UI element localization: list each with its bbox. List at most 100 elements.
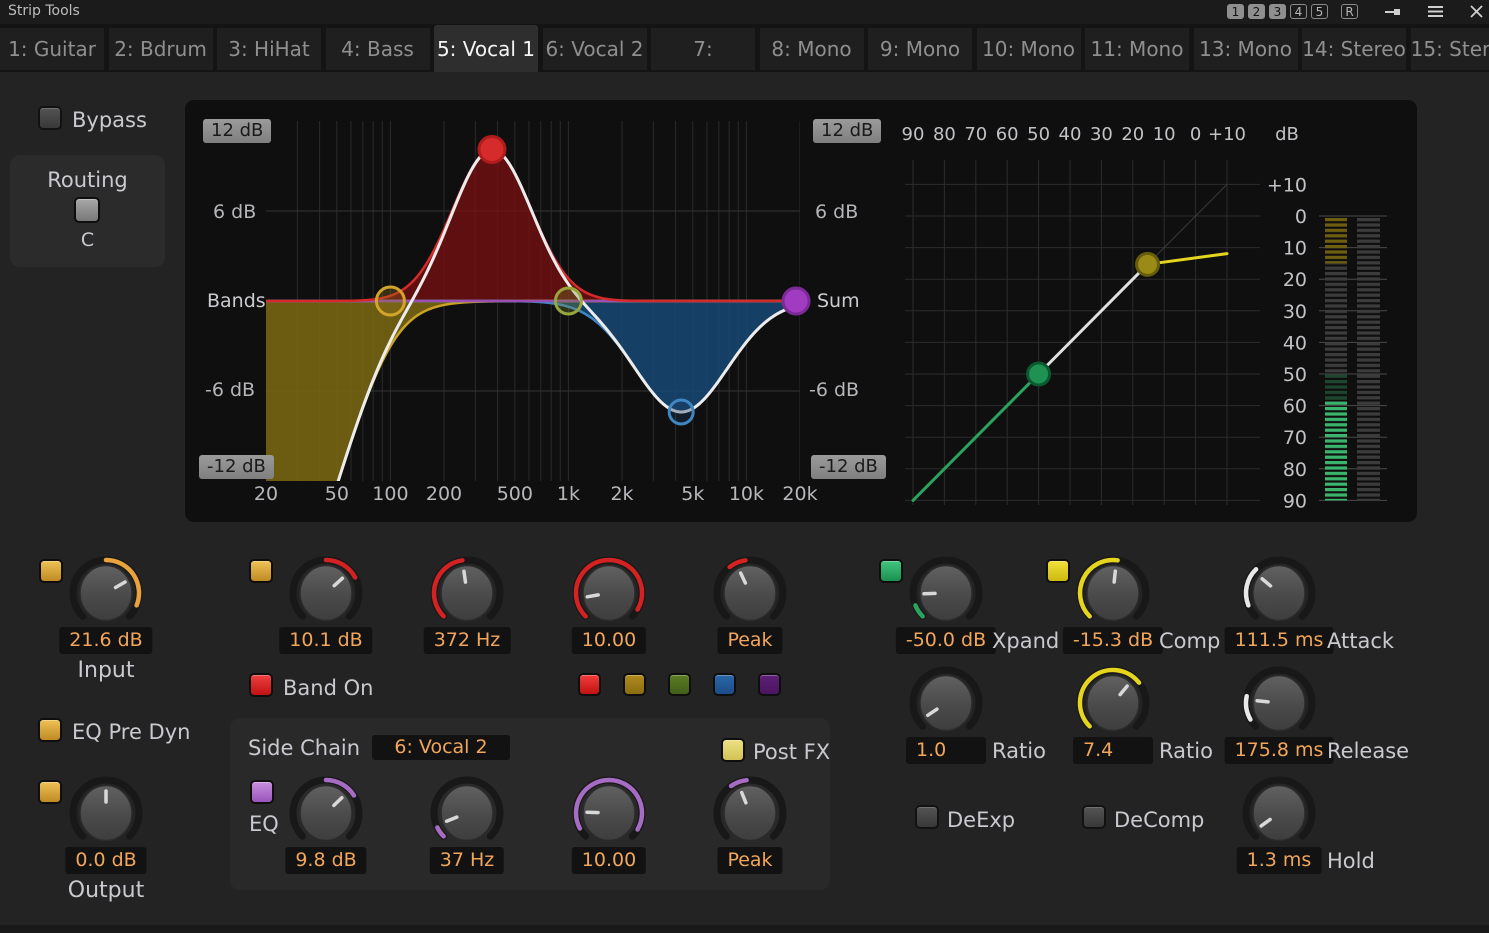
bypass-checkbox[interactable]	[38, 106, 62, 130]
expand-threshold-knob[interactable]	[906, 552, 986, 632]
band-gain-knob[interactable]	[286, 552, 366, 632]
input-enable-button[interactable]	[39, 559, 63, 583]
tab-1-guitar[interactable]: 1: Guitar	[0, 28, 104, 70]
side-chain-gain-value[interactable]: 9.8 dB	[285, 847, 366, 874]
output-enable-button[interactable]	[38, 780, 62, 804]
band-gain-value[interactable]: 10.1 dB	[279, 627, 372, 654]
close-icon[interactable]	[1470, 5, 1483, 18]
input-value[interactable]: 21.6 dB	[59, 627, 152, 654]
band-type-value[interactable]: Peak	[717, 627, 782, 654]
release-value[interactable]: 175.8 ms	[1225, 737, 1334, 764]
expand-ratio-knob[interactable]	[906, 662, 986, 742]
menu-icon[interactable]	[1428, 5, 1443, 18]
side-chain-gain-knob[interactable]	[286, 772, 366, 852]
dyn-handle-comp-threshold[interactable]	[1137, 253, 1159, 275]
tab-7[interactable]: 7:	[651, 28, 755, 70]
meter-left-zone-off	[1325, 263, 1347, 374]
eq-handle-band-blue[interactable]	[669, 400, 693, 424]
eq-bottom-db-button-left[interactable]: -12 dB	[199, 455, 274, 479]
tab-8-mono[interactable]: 8: Mono	[760, 28, 864, 70]
comp-ratio-knob[interactable]	[1073, 662, 1153, 742]
eq-top-db-button-left[interactable]: 12 dB	[203, 119, 271, 143]
hold-value[interactable]: 1.3 ms	[1237, 847, 1322, 874]
side-chain-type-value[interactable]: Peak	[717, 847, 782, 874]
side-chain-freq-value[interactable]: 37 Hz	[430, 847, 504, 874]
side-chain-type-knob[interactable]	[710, 772, 790, 852]
expand-threshold-value[interactable]: -50.0 dB	[896, 627, 996, 654]
tab-3-hihat[interactable]: 3: HiHat	[217, 28, 321, 70]
comp-ratio-value[interactable]: 7.4	[1073, 737, 1153, 764]
preset-button-3[interactable]: 3	[1269, 4, 1286, 19]
expander-enable-button[interactable]	[879, 559, 903, 583]
decomp-checkbox[interactable]	[1082, 805, 1106, 829]
hold-knob[interactable]	[1239, 772, 1319, 852]
tab-4-bass[interactable]: 4: Bass	[326, 28, 430, 70]
band-q-value[interactable]: 10.00	[572, 627, 646, 654]
tab-5-vocal-1[interactable]: 5: Vocal 1	[434, 25, 538, 72]
dyn-handle-expand-threshold[interactable]	[1028, 363, 1050, 385]
side-chain-q-value[interactable]: 10.00	[572, 847, 646, 874]
meter-left-zone-level-green	[1325, 399, 1347, 500]
expand-label: Xpand	[992, 629, 1059, 653]
eq-handle-band-purple[interactable]	[783, 288, 809, 314]
preset-button-4[interactable]: 4	[1290, 4, 1307, 19]
eq-bottom-db-button-right[interactable]: -12 dB	[811, 455, 886, 479]
tab-15-stereo[interactable]: 15: Stereo	[1411, 28, 1489, 70]
release-knob[interactable]	[1239, 662, 1319, 742]
side-chain-eq-button[interactable]	[250, 780, 274, 804]
eq-freq-tick-20k: 20k	[782, 483, 817, 505]
tab-11-mono[interactable]: 11: Mono	[1085, 28, 1189, 70]
deexp-checkbox[interactable]	[915, 805, 939, 829]
tab-13-mono[interactable]: 13: Mono	[1194, 28, 1298, 70]
output-value[interactable]: 0.0 dB	[65, 847, 146, 874]
attack-knob[interactable]	[1239, 552, 1319, 632]
eq-top-db-button-right[interactable]: 12 dB	[813, 119, 881, 143]
eq-freq-tick-50: 50	[325, 483, 349, 505]
band-freq-knob[interactable]	[427, 552, 507, 632]
output-knob[interactable]	[66, 772, 146, 852]
routing-button[interactable]	[74, 197, 100, 223]
dyn-x-tick: 80	[933, 124, 956, 145]
meter-right-zone-off	[1357, 216, 1380, 500]
tab-9-mono[interactable]: 9: Mono	[868, 28, 972, 70]
eq-handle-band-red[interactable]	[479, 137, 505, 163]
eq-curve-chart[interactable]	[258, 120, 828, 492]
tab-14-stereo[interactable]: 14: Stereo	[1302, 28, 1406, 70]
band-type-knob[interactable]	[710, 552, 790, 632]
eq-handle-band-olive[interactable]	[555, 288, 581, 314]
band-freq-value[interactable]: 372 Hz	[424, 627, 511, 654]
preset-button-2[interactable]: 2	[1248, 4, 1265, 19]
band-select-blue-button[interactable]	[713, 673, 736, 696]
eq-pre-dyn-button[interactable]	[38, 718, 62, 742]
output-label: Output	[68, 878, 144, 903]
band-select-green-button[interactable]	[668, 673, 691, 696]
comp-threshold-knob[interactable]	[1073, 552, 1153, 632]
band-select-olive-button[interactable]	[623, 673, 646, 696]
band-on-button[interactable]	[249, 673, 273, 697]
expand-ratio-value[interactable]: 1.0	[906, 737, 986, 764]
dyn-y-tick: 0	[1295, 206, 1307, 228]
eq-minus6db-label-right: -6 dB	[809, 379, 859, 401]
eq-handle-low-cut[interactable]	[376, 287, 404, 315]
pin-icon[interactable]	[1385, 6, 1401, 18]
preset-button-r[interactable]: R	[1341, 4, 1358, 19]
band-q-knob[interactable]	[569, 552, 649, 632]
post-fx-button[interactable]	[721, 738, 745, 762]
compressor-enable-button[interactable]	[1046, 559, 1070, 583]
preset-button-1[interactable]: 1	[1227, 4, 1244, 19]
side-chain-freq-knob[interactable]	[427, 772, 507, 852]
tab-6-vocal-2[interactable]: 6: Vocal 2	[543, 28, 647, 70]
dynamics-transfer-chart[interactable]: 9080706050403020100+10dB+100102030405060…	[895, 110, 1410, 515]
tab-2-bdrum[interactable]: 2: Bdrum	[109, 28, 213, 70]
side-chain-source-select[interactable]: 6: Vocal 2	[372, 735, 510, 760]
input-knob[interactable]	[66, 552, 146, 632]
tab-10-mono[interactable]: 10: Mono	[977, 28, 1081, 70]
preset-button-5[interactable]: 5	[1311, 4, 1328, 19]
deexp-label: DeExp	[947, 808, 1015, 832]
side-chain-q-knob[interactable]	[569, 772, 649, 852]
band-select-purple-button[interactable]	[758, 673, 781, 696]
comp-threshold-value[interactable]: -15.3 dB	[1063, 627, 1163, 654]
band-enable-button[interactable]	[249, 559, 273, 583]
band-select-red-button[interactable]	[578, 673, 601, 696]
attack-value[interactable]: 111.5 ms	[1225, 627, 1334, 654]
